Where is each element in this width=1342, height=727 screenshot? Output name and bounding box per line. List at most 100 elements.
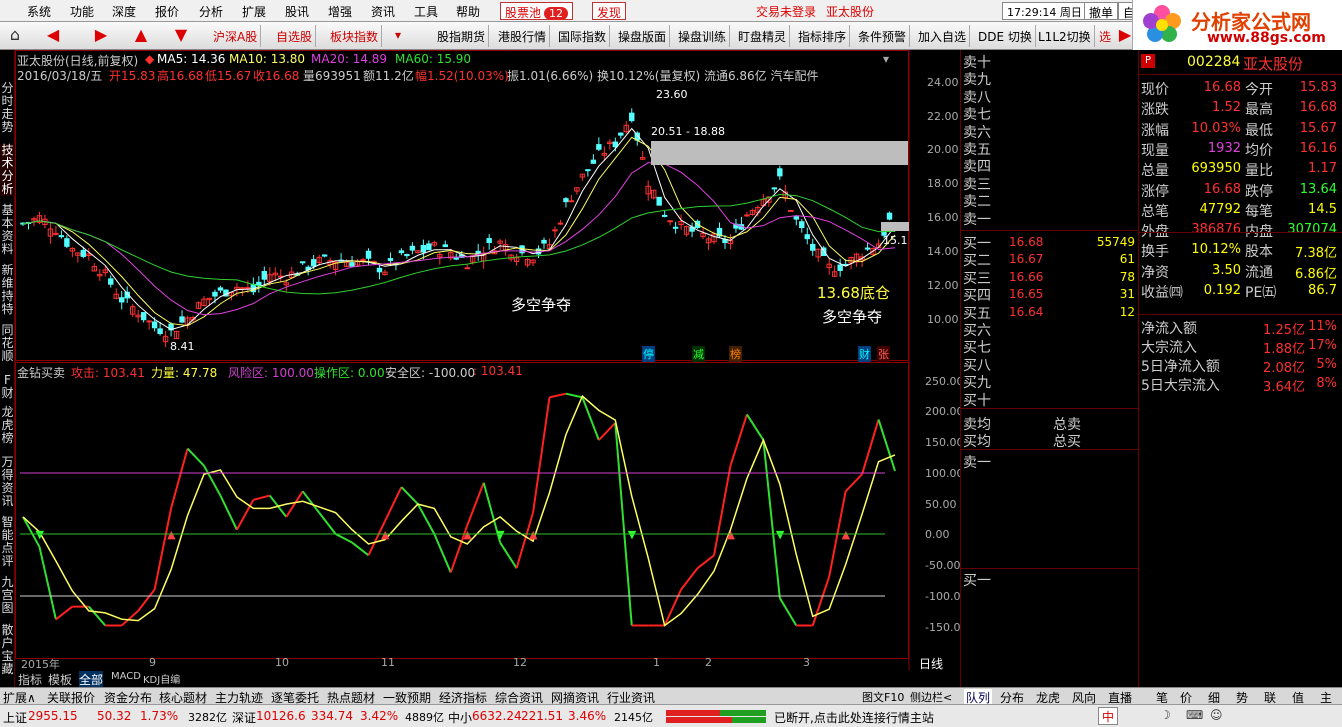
- vtab-wind-news[interactable]: 万得资讯: [0, 456, 15, 508]
- quote-row: 涨停 16.68 跌停 13.64: [1141, 181, 1341, 200]
- menu-extend[interactable]: 扩展: [242, 3, 266, 20]
- vtab-nine-grid[interactable]: 九宫图: [0, 576, 15, 615]
- buy-level-row[interactable]: 买四 16.65 31: [963, 285, 1139, 304]
- attack-segment: [549, 392, 567, 399]
- candle-body: [596, 144, 602, 150]
- vtab-basic-info[interactable]: 基本资料: [0, 204, 15, 256]
- tab-sector-index[interactable]: 板块指数: [327, 25, 383, 47]
- avg-sell-row: 卖均 总卖: [963, 414, 1139, 433]
- tab-indicator-sort[interactable]: 指标排序: [795, 25, 851, 47]
- vtab-retail-treasure[interactable]: 散户宝藏: [0, 624, 15, 676]
- chart-menu-icon[interactable]: ▾: [883, 52, 889, 66]
- kline-chart-area[interactable]: ▼ ▲ ▲ ▲ ▼ ▲ ▼ ▲ ▼ ▲ 亚太股份(日线,前复权) ◆ MA5: 14.36 MA1…: [15, 50, 967, 687]
- sz-value[interactable]: 10126.6: [256, 709, 306, 723]
- user-icon[interactable]: ☺: [1210, 708, 1223, 722]
- sell-level-row[interactable]: 卖十: [963, 52, 1139, 71]
- stock-pool-button[interactable]: 股票池 12: [500, 2, 574, 20]
- moon-icon[interactable]: ☽: [1160, 708, 1171, 722]
- sell-level-row[interactable]: 卖五: [963, 139, 1139, 158]
- menu-info[interactable]: 资讯: [371, 3, 395, 20]
- menu-tools[interactable]: 工具: [414, 3, 438, 20]
- candle-body: [557, 222, 564, 225]
- sh-value[interactable]: 2955.15: [28, 709, 78, 723]
- flow-row: 5日大宗流入 3.64亿 8%: [1141, 375, 1341, 395]
- ime-icon[interactable]: 中: [1098, 707, 1118, 725]
- tab-dde-switch[interactable]: DDE 切换: [975, 25, 1036, 47]
- subtab-all[interactable]: 全部: [79, 671, 104, 688]
- back-arrow-icon[interactable]: ◀: [40, 25, 66, 47]
- vtab-smart-comment[interactable]: 智能点评: [0, 516, 15, 568]
- menu-stock-news[interactable]: 股讯: [285, 3, 309, 20]
- menu-analysis[interactable]: 分析: [199, 3, 223, 20]
- menu-enhance[interactable]: 增强: [328, 3, 352, 20]
- sell1-queue-row[interactable]: 卖一: [963, 452, 1139, 471]
- sell-level-row[interactable]: 卖三: [963, 174, 1139, 193]
- vtab-new-support[interactable]: 新维持特: [0, 264, 15, 316]
- tab-add-self[interactable]: 加入自选: [915, 25, 971, 47]
- buy-level-row[interactable]: 买七: [963, 337, 1139, 356]
- tab-monitor-sprite[interactable]: 盯盘精灵: [735, 25, 791, 47]
- menu-quote[interactable]: 报价: [155, 3, 179, 20]
- marker-up[interactable]: 张: [877, 346, 890, 362]
- sell-level-row[interactable]: 卖七: [963, 104, 1139, 123]
- sell-level-row[interactable]: 卖六: [963, 122, 1139, 141]
- tab-trade-layout[interactable]: 操盘版面: [615, 25, 671, 47]
- candle-body: [799, 221, 805, 229]
- buy-level-row[interactable]: 买六: [963, 320, 1139, 339]
- sell-level-row[interactable]: 卖四: [963, 156, 1139, 175]
- vtab-intraday[interactable]: 分时走势: [0, 82, 15, 134]
- flow-row: 大宗流入 1.88亿 17%: [1141, 337, 1341, 357]
- forward-arrow-icon[interactable]: ▶: [88, 25, 114, 47]
- marker-reduce[interactable]: 减: [692, 346, 705, 362]
- withdraw-order-button[interactable]: 撤单: [1084, 2, 1119, 20]
- vtab-f10[interactable]: F财: [0, 374, 15, 400]
- connection-status[interactable]: 已断开,点击此处连接行情主站: [774, 709, 934, 726]
- menu-depth[interactable]: 深度: [112, 3, 136, 20]
- keyboard-icon[interactable]: ⌨: [1186, 708, 1203, 722]
- marker-finance[interactable]: 财: [858, 346, 871, 362]
- zx-value[interactable]: 6632.24: [472, 709, 522, 723]
- discover-button[interactable]: 发现: [592, 2, 627, 20]
- tab-sh-sz-a[interactable]: 沪深A股: [210, 25, 262, 47]
- vtab-dragon-tiger[interactable]: 龙虎榜: [0, 406, 15, 445]
- subtab-template[interactable]: 模板: [48, 671, 72, 688]
- menu-function[interactable]: 功能: [70, 3, 94, 20]
- buy1-queue-row[interactable]: 买一: [963, 570, 1139, 589]
- vtab-technical[interactable]: 技术分析: [0, 144, 15, 196]
- info-high: 高16.68: [157, 69, 204, 83]
- vtab-tonghuashun[interactable]: 同花顺: [0, 324, 15, 363]
- sell-level-row[interactable]: 卖二: [963, 191, 1139, 210]
- marker-list[interactable]: 榜: [729, 346, 742, 362]
- f10-button[interactable]: 图文F10: [862, 689, 904, 705]
- buy-level-row[interactable]: 买十: [963, 390, 1139, 409]
- buy-level-row[interactable]: 买八: [963, 355, 1139, 374]
- tab-condition-alert[interactable]: 条件预警: [855, 25, 911, 47]
- home-icon[interactable]: ⌂: [2, 25, 28, 47]
- buy-level-row[interactable]: 买一 16.68 55749: [963, 233, 1139, 252]
- sell-level-row[interactable]: 卖九: [963, 69, 1139, 88]
- buy-level-row[interactable]: 买五 16.64 12: [963, 303, 1139, 322]
- trade-login-status[interactable]: 交易未登录: [756, 3, 816, 20]
- tab-hk-quote[interactable]: 港股行情: [495, 25, 551, 47]
- sell-level-row[interactable]: 卖八: [963, 87, 1139, 106]
- tab-index-futures[interactable]: 股指期货: [434, 25, 490, 47]
- subtab-kdj[interactable]: KDJ自编: [143, 671, 180, 686]
- flow-key: 5日大宗流入: [1141, 378, 1220, 394]
- dropdown-arrow-icon[interactable]: ▾: [392, 25, 404, 47]
- tab-trade-training[interactable]: 操盘训练: [675, 25, 731, 47]
- marker-halt[interactable]: 停: [642, 346, 655, 362]
- tab-intl-index[interactable]: 国际指数: [555, 25, 611, 47]
- menu-system[interactable]: 系统: [27, 3, 51, 20]
- buy-level-row[interactable]: 买九: [963, 372, 1139, 391]
- tab-l1l2-switch[interactable]: L1L2切换: [1035, 25, 1095, 47]
- buy-level-row[interactable]: 买三 16.66 78: [963, 268, 1139, 287]
- subtab-macd[interactable]: MACD: [111, 671, 141, 682]
- up-arrow-icon[interactable]: ▲: [128, 25, 154, 47]
- subtab-indicator[interactable]: 指标: [18, 671, 42, 688]
- down-arrow-icon[interactable]: ▼: [168, 25, 194, 47]
- sidebar-toggle[interactable]: 侧边栏<: [910, 689, 952, 705]
- tab-self-stock[interactable]: 自选股: [273, 25, 317, 47]
- menu-help[interactable]: 帮助: [456, 3, 480, 20]
- buy-level-row[interactable]: 买二 16.67 61: [963, 250, 1139, 269]
- sell-level-row[interactable]: 卖一: [963, 209, 1139, 228]
